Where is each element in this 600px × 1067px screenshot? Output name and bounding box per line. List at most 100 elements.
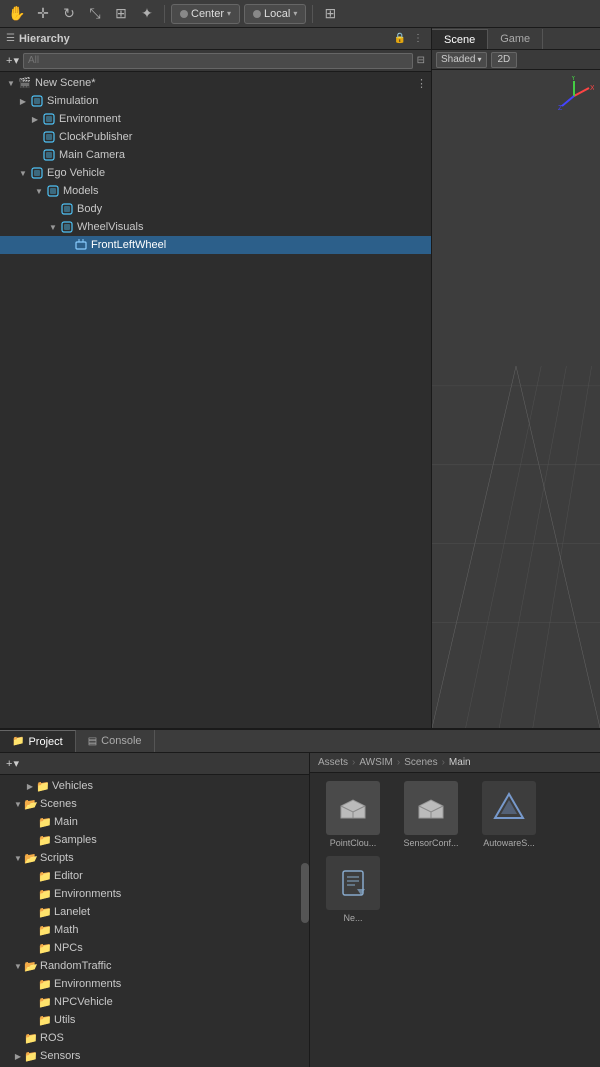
scale-tool-icon[interactable]: ⤡ bbox=[84, 3, 106, 25]
local-button[interactable]: Local ▾ bbox=[244, 4, 306, 24]
environment-label: Environment bbox=[59, 113, 121, 125]
project-icon: 📁 bbox=[12, 736, 24, 747]
tab-scene[interactable]: Scene bbox=[432, 29, 488, 49]
hierarchy-tree: ▼ 🎬 New Scene* ⋮ ▶ Simulation ▶ bbox=[0, 72, 431, 728]
clockpublisher-row[interactable]: ▶ ClockPublisher bbox=[0, 128, 431, 146]
proj-randomtraffic[interactable]: ▼ 📂 RandomTraffic bbox=[0, 957, 309, 975]
rotate-tool-icon[interactable]: ↻ bbox=[58, 3, 80, 25]
scene-view[interactable]: X Y Z bbox=[432, 70, 600, 728]
proj-scenes[interactable]: ▼ 📂 Scenes bbox=[0, 795, 309, 813]
body-label: Body bbox=[77, 203, 102, 215]
frontleftwheel-row[interactable]: ▶ FrontLeftWheel bbox=[0, 236, 431, 254]
asset-new[interactable]: Ne... bbox=[318, 856, 388, 923]
proj-main[interactable]: ▶ 📁 Main bbox=[0, 813, 309, 831]
proj-rt-environments[interactable]: ▶ 📁 Environments bbox=[0, 975, 309, 993]
proj-utils[interactable]: ▶ 📁 Utils bbox=[0, 1011, 309, 1029]
npcvehicle-folder-icon: 📁 bbox=[38, 995, 52, 1009]
main-area: ☰ Hierarchy 🔒 ⋮ + ▾ ⊟ ▼ 🎬 New Scen bbox=[0, 28, 600, 728]
simulation-row[interactable]: ▶ Simulation bbox=[0, 92, 431, 110]
scene-arrow: ▼ bbox=[4, 76, 18, 90]
breadcrumb-awsim[interactable]: AWSIM bbox=[359, 757, 393, 768]
breadcrumb-assets[interactable]: Assets bbox=[318, 757, 348, 768]
math-folder-icon: 📁 bbox=[38, 923, 52, 937]
center-button[interactable]: Center ▾ bbox=[171, 4, 240, 24]
proj-npcvehicle[interactable]: ▶ 📁 NPCVehicle bbox=[0, 993, 309, 1011]
vehicles-folder-icon: 📁 bbox=[36, 779, 50, 793]
asset-autoware[interactable]: AutowareS... bbox=[474, 781, 544, 848]
proj-lanelet[interactable]: ▶ 📁 Lanelet bbox=[0, 903, 309, 921]
search-bar-left: + ▾ bbox=[6, 53, 413, 69]
shaded-dropdown[interactable]: Shaded ▾ bbox=[436, 52, 487, 68]
add-button[interactable]: + ▾ bbox=[6, 54, 19, 67]
project-assets-panel: Assets › AWSIM › Scenes › Main bbox=[310, 753, 600, 1067]
assets-breadcrumb: Assets › AWSIM › Scenes › Main bbox=[310, 753, 600, 773]
scene-panel: Scene Game Shaded ▾ 2D bbox=[432, 28, 600, 728]
wheelvisuals-arrow: ▼ bbox=[46, 220, 60, 234]
svg-text:Y: Y bbox=[571, 76, 576, 82]
hierarchy-panel: ☰ Hierarchy 🔒 ⋮ + ▾ ⊟ ▼ 🎬 New Scen bbox=[0, 28, 432, 728]
grid-icon[interactable]: ⊞ bbox=[319, 3, 341, 25]
main-toolbar: ✋ ✛ ↻ ⤡ ⊞ ✦ Center ▾ Local ▾ ⊞ bbox=[0, 0, 600, 28]
svg-text:Z: Z bbox=[558, 105, 563, 112]
bottom-tabs: 📁 Project ▤ Console bbox=[0, 730, 600, 753]
move-tool-icon[interactable]: ✛ bbox=[32, 3, 54, 25]
proj-math[interactable]: ▶ 📁 Math bbox=[0, 921, 309, 939]
scrollbar-thumb[interactable] bbox=[301, 863, 309, 923]
proj-sensors[interactable]: ▶ 📁 Sensors bbox=[0, 1047, 309, 1065]
wheelvisuals-icon bbox=[60, 220, 74, 234]
divider-1 bbox=[164, 5, 165, 23]
scene-tabs: Scene Game bbox=[432, 28, 600, 50]
randomtraffic-folder-icon: 📂 bbox=[24, 959, 38, 973]
main-folder-icon: 📁 bbox=[38, 815, 52, 829]
proj-samples[interactable]: ▶ 📁 Samples bbox=[0, 831, 309, 849]
tab-console[interactable]: ▤ Console bbox=[76, 730, 155, 752]
autoware-icon bbox=[482, 781, 536, 835]
proj-environments[interactable]: ▶ 📁 Environments bbox=[0, 885, 309, 903]
models-arrow: ▼ bbox=[32, 184, 46, 198]
body-icon bbox=[60, 202, 74, 216]
hand-tool-icon[interactable]: ✋ bbox=[6, 3, 28, 25]
scenes-folder-icon: 📂 bbox=[24, 797, 38, 811]
lock-icon[interactable]: 🔒 bbox=[393, 32, 407, 46]
simulation-icon bbox=[30, 94, 44, 108]
breadcrumb-sep-1: › bbox=[352, 757, 355, 768]
randomtraffic-arrow: ▼ bbox=[12, 960, 24, 972]
new-label: Ne... bbox=[343, 913, 362, 923]
scrollbar-track bbox=[301, 775, 309, 1067]
proj-ros[interactable]: ▶ 📁 ROS bbox=[0, 1029, 309, 1047]
maincamera-label: Main Camera bbox=[59, 149, 125, 161]
search-filter-icon[interactable]: ⊟ bbox=[417, 55, 425, 66]
asset-pointcloud[interactable]: PointClou... bbox=[318, 781, 388, 848]
egovehicle-label: Ego Vehicle bbox=[47, 167, 105, 179]
tab-game[interactable]: Game bbox=[488, 29, 543, 49]
proj-editor[interactable]: ▶ 📁 Editor bbox=[0, 867, 309, 885]
2d-button[interactable]: 2D bbox=[491, 52, 518, 68]
egovehicle-row[interactable]: ▼ Ego Vehicle bbox=[0, 164, 431, 182]
models-row[interactable]: ▼ Models bbox=[0, 182, 431, 200]
transform-tool-icon[interactable]: ⊞ bbox=[110, 3, 132, 25]
assets-grid: PointClou... SensorConf... bbox=[310, 773, 600, 1067]
breadcrumb-main[interactable]: Main bbox=[449, 757, 471, 768]
custom-tool-icon[interactable]: ✦ bbox=[136, 3, 158, 25]
breadcrumb-scenes[interactable]: Scenes bbox=[404, 757, 437, 768]
scene-menu-icon[interactable]: ⋮ bbox=[416, 77, 427, 90]
proj-scripts[interactable]: ▼ 📂 Scripts bbox=[0, 849, 309, 867]
scenes-arrow: ▼ bbox=[12, 798, 24, 810]
scene-row[interactable]: ▼ 🎬 New Scene* ⋮ bbox=[0, 74, 431, 92]
search-input[interactable] bbox=[23, 53, 413, 69]
body-row[interactable]: ▶ Body bbox=[0, 200, 431, 218]
clockpublisher-icon bbox=[42, 130, 56, 144]
wheelvisuals-row[interactable]: ▼ WheelVisuals bbox=[0, 218, 431, 236]
environment-row[interactable]: ▶ Environment bbox=[0, 110, 431, 128]
asset-sensorconf[interactable]: SensorConf... bbox=[396, 781, 466, 848]
hierarchy-icon: ☰ bbox=[6, 33, 15, 44]
project-add-button[interactable]: + ▾ bbox=[6, 757, 19, 770]
more-icon[interactable]: ⋮ bbox=[411, 32, 425, 46]
tab-project[interactable]: 📁 Project bbox=[0, 730, 76, 752]
rt-environments-folder-icon: 📁 bbox=[38, 977, 52, 991]
proj-vehicles[interactable]: ▶ 📁 Vehicles bbox=[0, 777, 309, 795]
maincamera-row[interactable]: ▶ Main Camera bbox=[0, 146, 431, 164]
lanelet-folder-icon: 📁 bbox=[38, 905, 52, 919]
autoware-label: AutowareS... bbox=[483, 838, 535, 848]
proj-npcs[interactable]: ▶ 📁 NPCs bbox=[0, 939, 309, 957]
